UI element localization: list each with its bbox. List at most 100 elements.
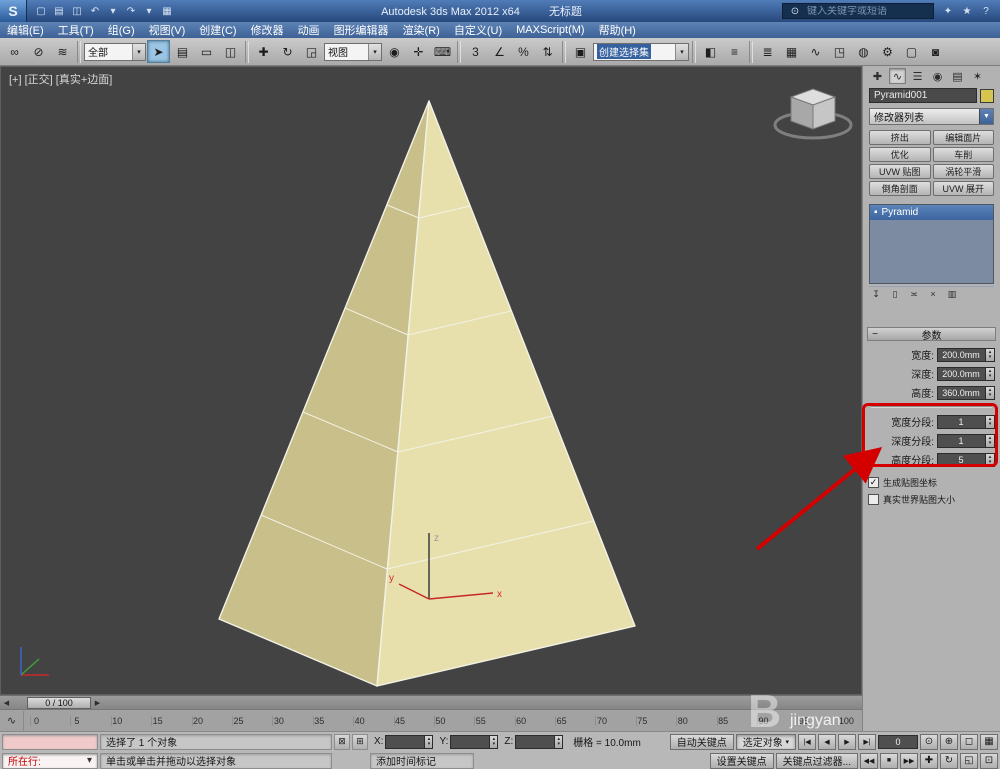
schematic-view-icon[interactable]: ◳ bbox=[828, 40, 851, 63]
spinner-snap-icon[interactable]: ⇅ bbox=[536, 40, 559, 63]
use-pivot-point-center-icon[interactable]: ◉ bbox=[383, 40, 406, 63]
set-key-button[interactable]: 设置关键点 bbox=[710, 753, 774, 769]
menu-item[interactable]: 编辑(E) bbox=[0, 21, 51, 39]
select-object-icon[interactable]: ➤ bbox=[147, 40, 170, 63]
menu-item[interactable]: 创建(C) bbox=[192, 21, 243, 39]
mirror-icon[interactable]: ◧ bbox=[699, 40, 722, 63]
spinner-arrows-icon[interactable]: ▴▾ bbox=[985, 349, 994, 361]
chevron-down-icon[interactable]: ▼ bbox=[979, 109, 993, 124]
modifier-button[interactable]: UVW 贴图 bbox=[869, 164, 931, 179]
tab-display[interactable]: ▤ bbox=[949, 68, 966, 84]
help-icon[interactable]: ? bbox=[978, 3, 994, 19]
select-by-name-icon[interactable]: ▤ bbox=[171, 40, 194, 63]
checkbox-icon[interactable] bbox=[868, 494, 879, 505]
curve-editor-icon[interactable]: ∿ bbox=[804, 40, 827, 63]
stack-item-pyramid[interactable]: ▪ Pyramid bbox=[870, 205, 993, 220]
unlink-selection-icon[interactable]: ⊘ bbox=[27, 40, 50, 63]
spinner-down-icon[interactable]: ▾ bbox=[989, 374, 992, 379]
angle-snap-icon[interactable]: ∠ bbox=[488, 40, 511, 63]
reference-coordinate-system-dropdown[interactable]: 视图▾ bbox=[324, 43, 382, 61]
make-unique-icon[interactable]: ≍ bbox=[907, 289, 921, 300]
select-and-manipulate-icon[interactable]: ✛ bbox=[407, 40, 430, 63]
checkbox-row[interactable]: ✓生成贴图坐标 bbox=[863, 474, 1000, 491]
spinner-arrows-icon[interactable]: ▴▾ bbox=[424, 736, 432, 748]
save-file-icon[interactable]: ◫ bbox=[69, 3, 85, 19]
select-and-move-icon[interactable]: ✚ bbox=[252, 40, 275, 63]
menu-item[interactable]: 图形编辑器 bbox=[327, 21, 396, 39]
selection-filter-dropdown[interactable]: 全部▾ bbox=[84, 43, 146, 61]
menu-item[interactable]: 渲染(R) bbox=[396, 21, 447, 39]
checkbox-icon[interactable]: ✓ bbox=[868, 477, 879, 488]
layer-manager-icon[interactable]: ≣ bbox=[756, 40, 779, 63]
new-scene-icon[interactable]: ▢ bbox=[33, 3, 49, 19]
graphite-modeling-icon[interactable]: ▦ bbox=[780, 40, 803, 63]
menu-item[interactable]: 帮助(H) bbox=[592, 21, 643, 39]
chevron-down-icon[interactable]: ▾ bbox=[132, 44, 145, 60]
modifier-list-dropdown[interactable]: 修改器列表 ▼ bbox=[869, 108, 994, 125]
modifier-button[interactable]: 车削 bbox=[933, 147, 995, 162]
parameter-spinner-field[interactable]: 360.0mm▴▾ bbox=[937, 386, 995, 400]
parameter-spinner-field[interactable]: 1▴▾ bbox=[937, 415, 995, 429]
menu-item[interactable]: MAXScript(M) bbox=[509, 23, 591, 37]
x-coordinate-field[interactable]: ▴▾ bbox=[385, 735, 433, 749]
go-to-start-button[interactable]: |◀ bbox=[798, 734, 816, 750]
menu-item[interactable]: 工具(T) bbox=[51, 21, 101, 39]
remove-modifier-icon[interactable]: × bbox=[926, 289, 940, 299]
material-editor-icon[interactable]: ◍ bbox=[852, 40, 875, 63]
pan-view-icon[interactable]: ✚ bbox=[920, 753, 938, 769]
tab-utilities[interactable]: ✶ bbox=[969, 68, 986, 84]
auto-key-button[interactable]: 自动关键点 bbox=[670, 734, 734, 750]
menu-item[interactable]: 组(G) bbox=[101, 21, 142, 39]
time-slider-right-arrow-icon[interactable]: ▶ bbox=[91, 699, 104, 707]
spinner-down-icon[interactable]: ▾ bbox=[989, 393, 992, 398]
key-step-back-button[interactable]: ◀◀ bbox=[860, 753, 878, 769]
spinner-arrows-icon[interactable]: ▴▾ bbox=[985, 435, 994, 447]
track-bar[interactable]: ∿ 05101520253035404550556065707580859095… bbox=[0, 709, 862, 731]
viewport-label[interactable]: [+] [正交] [真实+边面] bbox=[9, 71, 112, 87]
rectangular-selection-region-icon[interactable]: ▭ bbox=[195, 40, 218, 63]
percent-snap-icon[interactable]: % bbox=[512, 40, 535, 63]
chevron-down-icon[interactable]: ▾ bbox=[368, 44, 381, 60]
time-slider-handle[interactable]: 0 / 100 bbox=[27, 697, 91, 709]
modifier-button[interactable]: 优化 bbox=[869, 147, 931, 162]
undo-dropdown-icon[interactable]: ▾ bbox=[105, 3, 121, 19]
play-button[interactable]: ▶ bbox=[838, 734, 856, 750]
checkbox-row[interactable]: 真实世界贴图大小 bbox=[863, 491, 1000, 508]
show-end-result-icon[interactable]: ▯ bbox=[888, 289, 902, 300]
tab-modify[interactable]: ∿ bbox=[889, 68, 906, 84]
stop-button[interactable]: ■ bbox=[880, 753, 898, 769]
modifier-button[interactable]: UVW 展开 bbox=[933, 181, 995, 196]
render-setup-icon[interactable]: ⚙ bbox=[876, 40, 899, 63]
zoom-extents-all-icon[interactable]: ▦ bbox=[980, 734, 998, 750]
viewport[interactable]: [+] [正交] [真实+边面] bbox=[0, 66, 862, 695]
parameter-spinner-field[interactable]: 200.0mm▴▾ bbox=[937, 348, 995, 362]
z-coordinate-field[interactable]: ▴▾ bbox=[515, 735, 563, 749]
spinner-down-icon[interactable]: ▾ bbox=[989, 422, 992, 427]
spinner-arrows-icon[interactable]: ▴▾ bbox=[985, 387, 994, 399]
tab-hierarchy[interactable]: ☰ bbox=[909, 68, 926, 84]
open-mini-curve-editor-button[interactable]: ∿ bbox=[0, 711, 24, 731]
key-filters-button[interactable]: 关键点过滤器... bbox=[776, 753, 858, 769]
keyboard-shortcut-override-icon[interactable]: ⌨ bbox=[431, 40, 454, 63]
modifier-button[interactable]: 涡轮平滑 bbox=[933, 164, 995, 179]
communication-center-icon[interactable]: ✦ bbox=[940, 3, 956, 19]
align-icon[interactable]: ≡ bbox=[723, 40, 746, 63]
render-production-icon[interactable]: ◙ bbox=[924, 40, 947, 63]
object-name-field[interactable]: Pyramid001 bbox=[869, 88, 977, 103]
current-frame-field[interactable]: 0 bbox=[878, 735, 918, 749]
field-of-view-icon[interactable]: ◱ bbox=[960, 753, 978, 769]
menu-item[interactable]: 视图(V) bbox=[142, 21, 193, 39]
y-coordinate-field[interactable]: ▴▾ bbox=[450, 735, 498, 749]
search-input[interactable] bbox=[807, 6, 925, 17]
edit-named-selection-sets-icon[interactable]: ▣ bbox=[569, 40, 592, 63]
key-mode-dropdown[interactable]: 选定对象 ▾ bbox=[736, 734, 796, 750]
maxscript-mini-listener-cell[interactable]: 所在行: ▾ bbox=[2, 753, 98, 769]
undo-icon[interactable]: ↶ bbox=[87, 3, 103, 19]
chevron-down-icon[interactable]: ▾ bbox=[675, 44, 688, 60]
listener-dropdown-icon[interactable]: ▾ bbox=[87, 755, 92, 766]
pin-stack-icon[interactable]: ↧ bbox=[869, 289, 883, 300]
bind-to-space-warp-icon[interactable]: ≋ bbox=[51, 40, 74, 63]
maximize-viewport-toggle-icon[interactable]: ⊡ bbox=[980, 753, 998, 769]
parameter-spinner-field[interactable]: 200.0mm▴▾ bbox=[937, 367, 995, 381]
redo-icon[interactable]: ↷ bbox=[123, 3, 139, 19]
